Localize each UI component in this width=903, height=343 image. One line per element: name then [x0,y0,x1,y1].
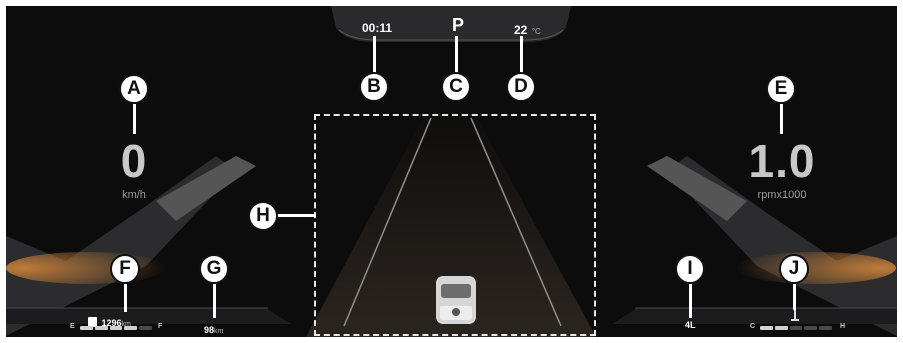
temperature-value: 22 [514,23,528,37]
callout-b: B [359,72,389,102]
clock: 00:11 [362,21,393,35]
coolant-level-bar [760,326,832,330]
fuel-full-label: F [158,323,163,330]
callout-g-leader [213,284,216,318]
trip-distance: 98km [204,320,223,337]
callout-i: I [675,254,705,284]
temperature-unit: °C [531,27,541,36]
rpm-value: 1.0 [748,135,816,187]
fuel-empty-label: E [70,323,75,330]
coolant-hot-label: H [840,323,846,330]
drive-mode-indicator: 4L [685,320,696,330]
trip-unit: km [214,328,224,335]
callout-h: H [248,201,278,231]
callout-a: A [119,74,149,104]
callout-e-leader [780,104,783,134]
coolant-temperature-icon [791,310,799,321]
callout-h-leader [276,214,316,217]
fuel-level-segment [80,326,93,330]
instrument-cluster-display: 00:11 P 22 °C 0 km/h 1.0 rpmx1000 1296km… [6,6,897,337]
coolant-level-segment [760,326,773,330]
speed-value: 0 [120,135,148,187]
callout-e: E [766,74,796,104]
callout-b-leader [373,36,376,74]
gear-indicator: P [452,15,465,35]
callout-i-leader [689,284,692,318]
trip-value: 98 [204,325,215,335]
rpm-unit: rpmx1000 [757,189,807,201]
callout-c-leader [455,36,458,74]
callout-j: J [779,254,809,284]
fuel-level-bar [80,326,152,330]
speed-unit: km/h [122,189,146,201]
callout-d: D [506,72,536,102]
fuel-gauge: E F [70,323,170,334]
fuel-level-segment [109,326,123,330]
camera-view-area [314,114,596,336]
fuel-level-segment [139,326,152,330]
coolant-cold-label: C [750,323,756,330]
callout-d-leader [520,36,523,74]
callout-f-leader [124,284,127,312]
callout-g: G [199,254,229,284]
fuel-level-segment [124,326,138,330]
callout-c: C [441,72,471,102]
coolant-level-segment [789,326,803,330]
callout-a-leader [133,104,136,134]
callout-f: F [110,254,140,284]
fuel-level-segment [94,326,108,330]
coolant-level-segment [819,326,832,330]
coolant-level-segment [804,326,818,330]
coolant-gauge: C H [750,323,850,334]
coolant-level-segment [774,326,788,330]
callout-j-leader [793,284,796,310]
outside-temperature: 22 °C [514,21,541,39]
